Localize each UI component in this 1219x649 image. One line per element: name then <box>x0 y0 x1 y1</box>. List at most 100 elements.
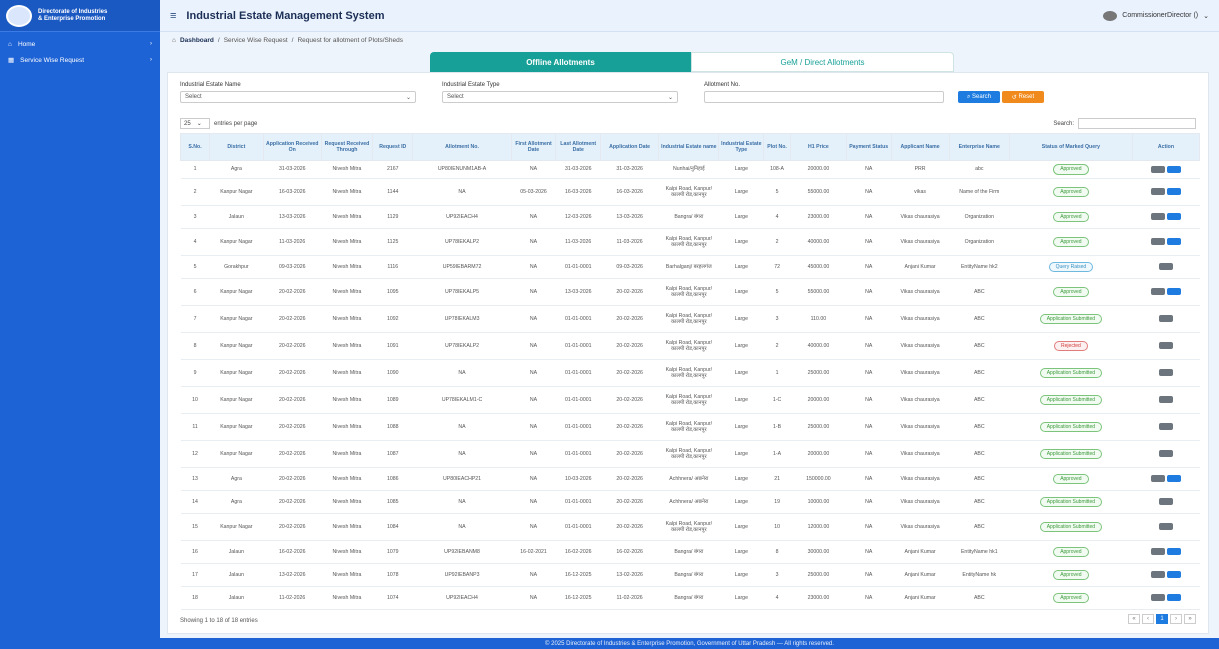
view-button[interactable] <box>1150 213 1165 221</box>
sidebar-item-home[interactable]: ⌂ Home › <box>0 36 160 52</box>
view-button[interactable] <box>1150 594 1165 602</box>
cell-sno: 12 <box>180 440 210 468</box>
view-button[interactable] <box>1158 523 1173 531</box>
menu-icon[interactable]: ≡ <box>170 10 176 22</box>
cell-action <box>1132 228 1200 256</box>
column-header[interactable]: Industrial Estate name <box>658 133 720 161</box>
pagination: «‹ 1 ›» <box>1128 614 1196 624</box>
column-header[interactable]: Plot No. <box>763 133 791 161</box>
edit-button[interactable] <box>1166 188 1181 196</box>
cell-through: Nivesh Mitra <box>321 305 373 333</box>
column-header[interactable]: Payment Status <box>845 133 892 161</box>
breadcrumb-dashboard[interactable]: Dashboard <box>180 37 214 44</box>
column-header[interactable]: Request ID <box>372 133 414 161</box>
cell-recv: 20-02-2026 <box>263 513 322 541</box>
pager-nav-button[interactable]: » <box>1184 614 1196 624</box>
page-length-select[interactable]: 25 ⌄ <box>180 118 210 129</box>
cell-estate: Kalpi Road, Kanpur/ कालपी रोड,कानपुर <box>658 413 719 441</box>
cell-estate: Kalpi Road, Kanpur/ कालपी रोड,कानपुर <box>658 440 719 468</box>
view-button[interactable] <box>1150 288 1165 296</box>
cell-first: NA <box>511 359 556 387</box>
view-button[interactable] <box>1150 548 1165 556</box>
cell-sno: 9 <box>180 359 210 387</box>
tab-gem-direct-allotments[interactable]: GeM / Direct Allotments <box>691 52 954 72</box>
filter-bar: Industrial Estate Name Select ⌄ Industri… <box>180 82 1200 104</box>
cell-through: Nivesh Mitra <box>321 513 373 541</box>
estate-name-select[interactable]: Select ⌄ <box>180 91 416 103</box>
edit-button[interactable] <box>1166 548 1181 556</box>
pager-nav-button[interactable]: › <box>1170 614 1182 624</box>
cell-last: 01-01-0001 <box>555 332 601 360</box>
allotment-no-input[interactable] <box>704 91 944 103</box>
cell-type: Large <box>718 255 764 279</box>
edit-button[interactable] <box>1166 571 1181 579</box>
search-label: Search: <box>1053 120 1074 127</box>
cell-last: 13-03-2026 <box>555 278 601 306</box>
column-header[interactable]: Action <box>1131 133 1201 161</box>
cell-pay: NA <box>846 160 892 179</box>
column-header[interactable]: Applicant Name <box>890 133 950 161</box>
column-header[interactable]: Application Received On <box>262 133 322 161</box>
home-icon[interactable]: ⌂ <box>172 37 176 44</box>
cell-sno: 2 <box>180 178 210 206</box>
search-button[interactable]: ⌕ Search <box>958 91 1000 103</box>
edit-button[interactable] <box>1166 594 1181 602</box>
search-input[interactable] <box>1078 118 1196 129</box>
view-button[interactable] <box>1158 396 1173 404</box>
view-button[interactable] <box>1158 369 1173 377</box>
pager-nav-button[interactable]: « <box>1128 614 1140 624</box>
allotments-card: Industrial Estate Name Select ⌄ Industri… <box>167 72 1209 634</box>
sidebar-item-label: Service Wise Request <box>20 56 85 64</box>
view-button[interactable] <box>1158 342 1173 350</box>
pager-nav-button[interactable]: ‹ <box>1142 614 1154 624</box>
user-menu[interactable]: CommissionerDirector () ⌄ <box>1103 10 1209 21</box>
view-button[interactable] <box>1150 165 1165 173</box>
view-button[interactable] <box>1158 263 1173 271</box>
edit-button[interactable] <box>1166 238 1181 246</box>
column-header[interactable]: Application Date <box>600 133 660 161</box>
cell-recv: 16-03-2026 <box>263 178 322 206</box>
edit-button[interactable] <box>1166 475 1181 483</box>
cell-applicant: Vikas chaurasiya <box>891 332 950 360</box>
view-button[interactable] <box>1150 188 1165 196</box>
view-button[interactable] <box>1150 475 1165 483</box>
view-button[interactable] <box>1158 450 1173 458</box>
breadcrumb-service[interactable]: Service Wise Request <box>224 37 288 44</box>
status-badge: Application Submitted <box>1039 313 1103 325</box>
reset-button[interactable]: ↺ Reset <box>1002 91 1044 103</box>
cell-appdate: 20-02-2026 <box>600 440 659 468</box>
column-header[interactable]: Allotment No. <box>412 133 512 161</box>
column-header[interactable]: Request Received Through <box>320 133 374 161</box>
tab-offline-allotments[interactable]: Offline Allotments <box>430 52 691 72</box>
view-button[interactable] <box>1150 571 1165 579</box>
view-button[interactable] <box>1158 498 1173 506</box>
cell-applicant: Anjani Kumar <box>891 255 950 279</box>
column-header[interactable]: Status of Marked Query <box>1008 133 1133 161</box>
column-header[interactable]: S.No. <box>179 133 211 161</box>
view-button[interactable] <box>1150 238 1165 246</box>
cell-through: Nivesh Mitra <box>321 255 373 279</box>
view-button[interactable] <box>1158 315 1173 323</box>
column-header[interactable]: Enterprise Name <box>948 133 1010 161</box>
cell-price: 45000.00 <box>790 255 847 279</box>
edit-button[interactable] <box>1166 288 1181 296</box>
estate-type-select[interactable]: Select ⌄ <box>442 91 678 103</box>
cell-appdate: 20-02-2026 <box>600 467 659 491</box>
column-header[interactable]: Industrial Estate Type <box>718 133 765 161</box>
allotment-tabs: Offline Allotments GeM / Direct Allotmen… <box>430 52 954 72</box>
table-header-row: S.No. District Application Received On Requ… <box>179 133 1201 161</box>
sidebar-logo[interactable]: Directorate of Industries & Enterprise P… <box>0 0 160 32</box>
cell-last: 01-01-0001 <box>555 359 601 387</box>
page-1-button[interactable]: 1 <box>1156 614 1168 624</box>
edit-button[interactable] <box>1166 213 1181 221</box>
column-header[interactable]: H1 Price <box>789 133 847 161</box>
edit-button[interactable] <box>1166 165 1181 173</box>
cell-plot: 72 <box>763 255 791 279</box>
sidebar-item-service-wise-request[interactable]: ▦ Service Wise Request › <box>0 52 160 68</box>
cell-action <box>1132 332 1200 360</box>
cell-through: Nivesh Mitra <box>321 228 373 256</box>
column-header[interactable]: District <box>209 133 264 161</box>
view-button[interactable] <box>1158 423 1173 431</box>
column-header[interactable]: Last Allotment Date <box>555 133 602 161</box>
column-header[interactable]: First Allotment Date <box>510 133 557 161</box>
